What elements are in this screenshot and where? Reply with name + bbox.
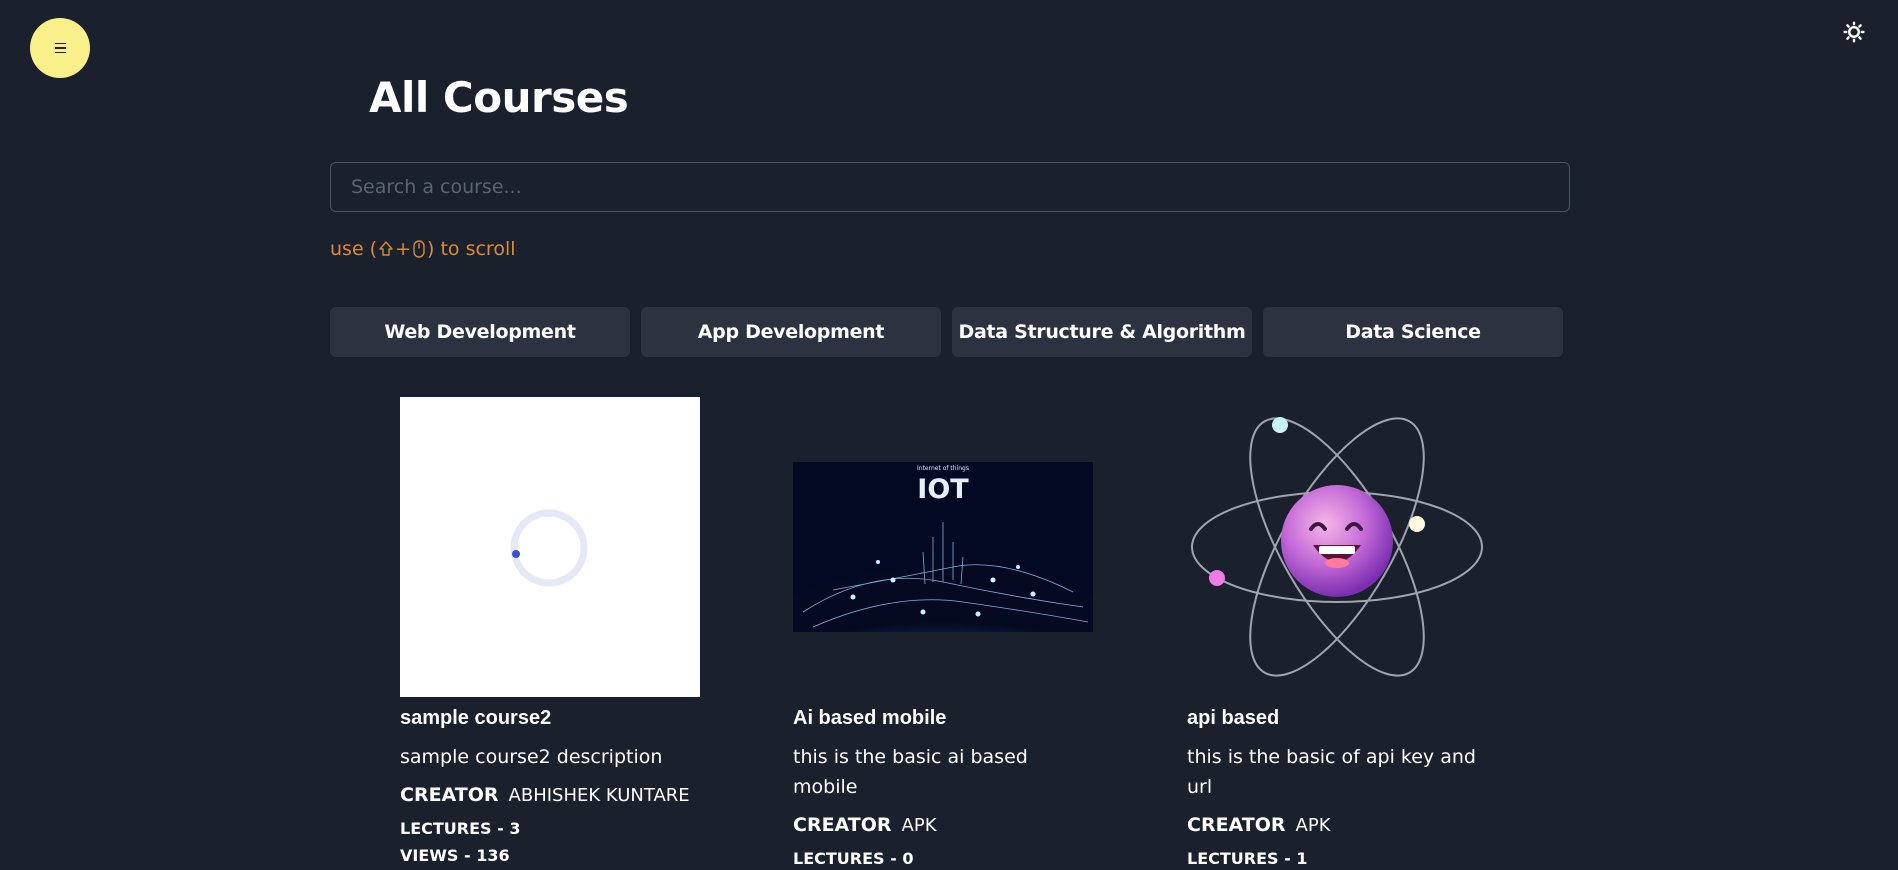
menu-button[interactable] [30, 18, 90, 78]
course-title: api based [1187, 707, 1280, 729]
creator-name: APK [1295, 815, 1331, 836]
shift-key-icon [378, 240, 394, 258]
iot-globe-image: Internet of things IOT [793, 462, 1093, 632]
category-app-development[interactable]: App Development [641, 307, 941, 357]
creator-name: APK [901, 815, 937, 836]
category-bar: Web Development App Development Data Str… [330, 307, 1563, 357]
theme-toggle-button[interactable] [1842, 20, 1866, 44]
atom-emoji-image [1191, 417, 1483, 677]
lectures-count: LECTURES - 0 [793, 849, 914, 868]
creator-row: CREATOR APK [793, 814, 1113, 836]
course-title: Ai based mobile [793, 707, 947, 729]
search-input[interactable] [330, 162, 1570, 212]
category-data-science[interactable]: Data Science [1263, 307, 1563, 357]
scroll-hint-prefix: use ( [330, 238, 378, 260]
creator-label: CREATOR [400, 784, 499, 806]
creator-label: CREATOR [793, 814, 892, 836]
mouse-icon [412, 239, 426, 259]
iot-caption: Internet of things [917, 465, 969, 472]
lectures-count: LECTURES - 1 [1187, 849, 1308, 868]
scroll-hint-suffix: ) to scroll [427, 238, 516, 260]
page-title: All Courses [369, 73, 629, 122]
loading-spinner-icon [510, 509, 588, 587]
iot-title: IOT [917, 474, 969, 505]
course-meta: CREATOR APK LECTURES - 1 [1187, 814, 1507, 868]
menu-icon [54, 42, 66, 54]
sun-icon [1843, 21, 1865, 43]
scroll-hint-plus: + [395, 238, 412, 260]
creator-name: ABHISHEK KUNTARE [508, 785, 690, 806]
creator-label: CREATOR [1187, 814, 1286, 836]
scroll-hint: use ( + ) to scroll [330, 238, 516, 260]
course-description: this is the basic of api key and url [1187, 746, 1476, 798]
course-description: this is the basic ai based mobile [793, 746, 1028, 798]
course-thumbnail [1187, 397, 1487, 697]
course-card[interactable]: api based this is the basic of api key a… [1187, 397, 1487, 868]
creator-row: CREATOR APK [1187, 814, 1507, 836]
course-meta: CREATOR ABHISHEK KUNTARE LECTURES - 3 VI… [400, 784, 720, 865]
views-count: VIEWS - 136 [400, 846, 510, 865]
category-dsa[interactable]: Data Structure & Algorithm [952, 307, 1252, 357]
category-web-development[interactable]: Web Development [330, 307, 630, 357]
course-card[interactable]: Internet of things IOT Ai based mobile t… [793, 397, 1093, 868]
course-thumbnail: Internet of things IOT [793, 397, 1093, 697]
course-description: sample course2 description [400, 746, 663, 768]
course-thumbnail [400, 397, 700, 697]
lectures-count: LECTURES - 3 [400, 819, 521, 838]
creator-row: CREATOR ABHISHEK KUNTARE [400, 784, 720, 806]
course-title: sample course2 [400, 707, 552, 729]
course-card[interactable]: sample course2 sample course2 descriptio… [400, 397, 700, 865]
course-meta: CREATOR APK LECTURES - 0 [793, 814, 1113, 868]
